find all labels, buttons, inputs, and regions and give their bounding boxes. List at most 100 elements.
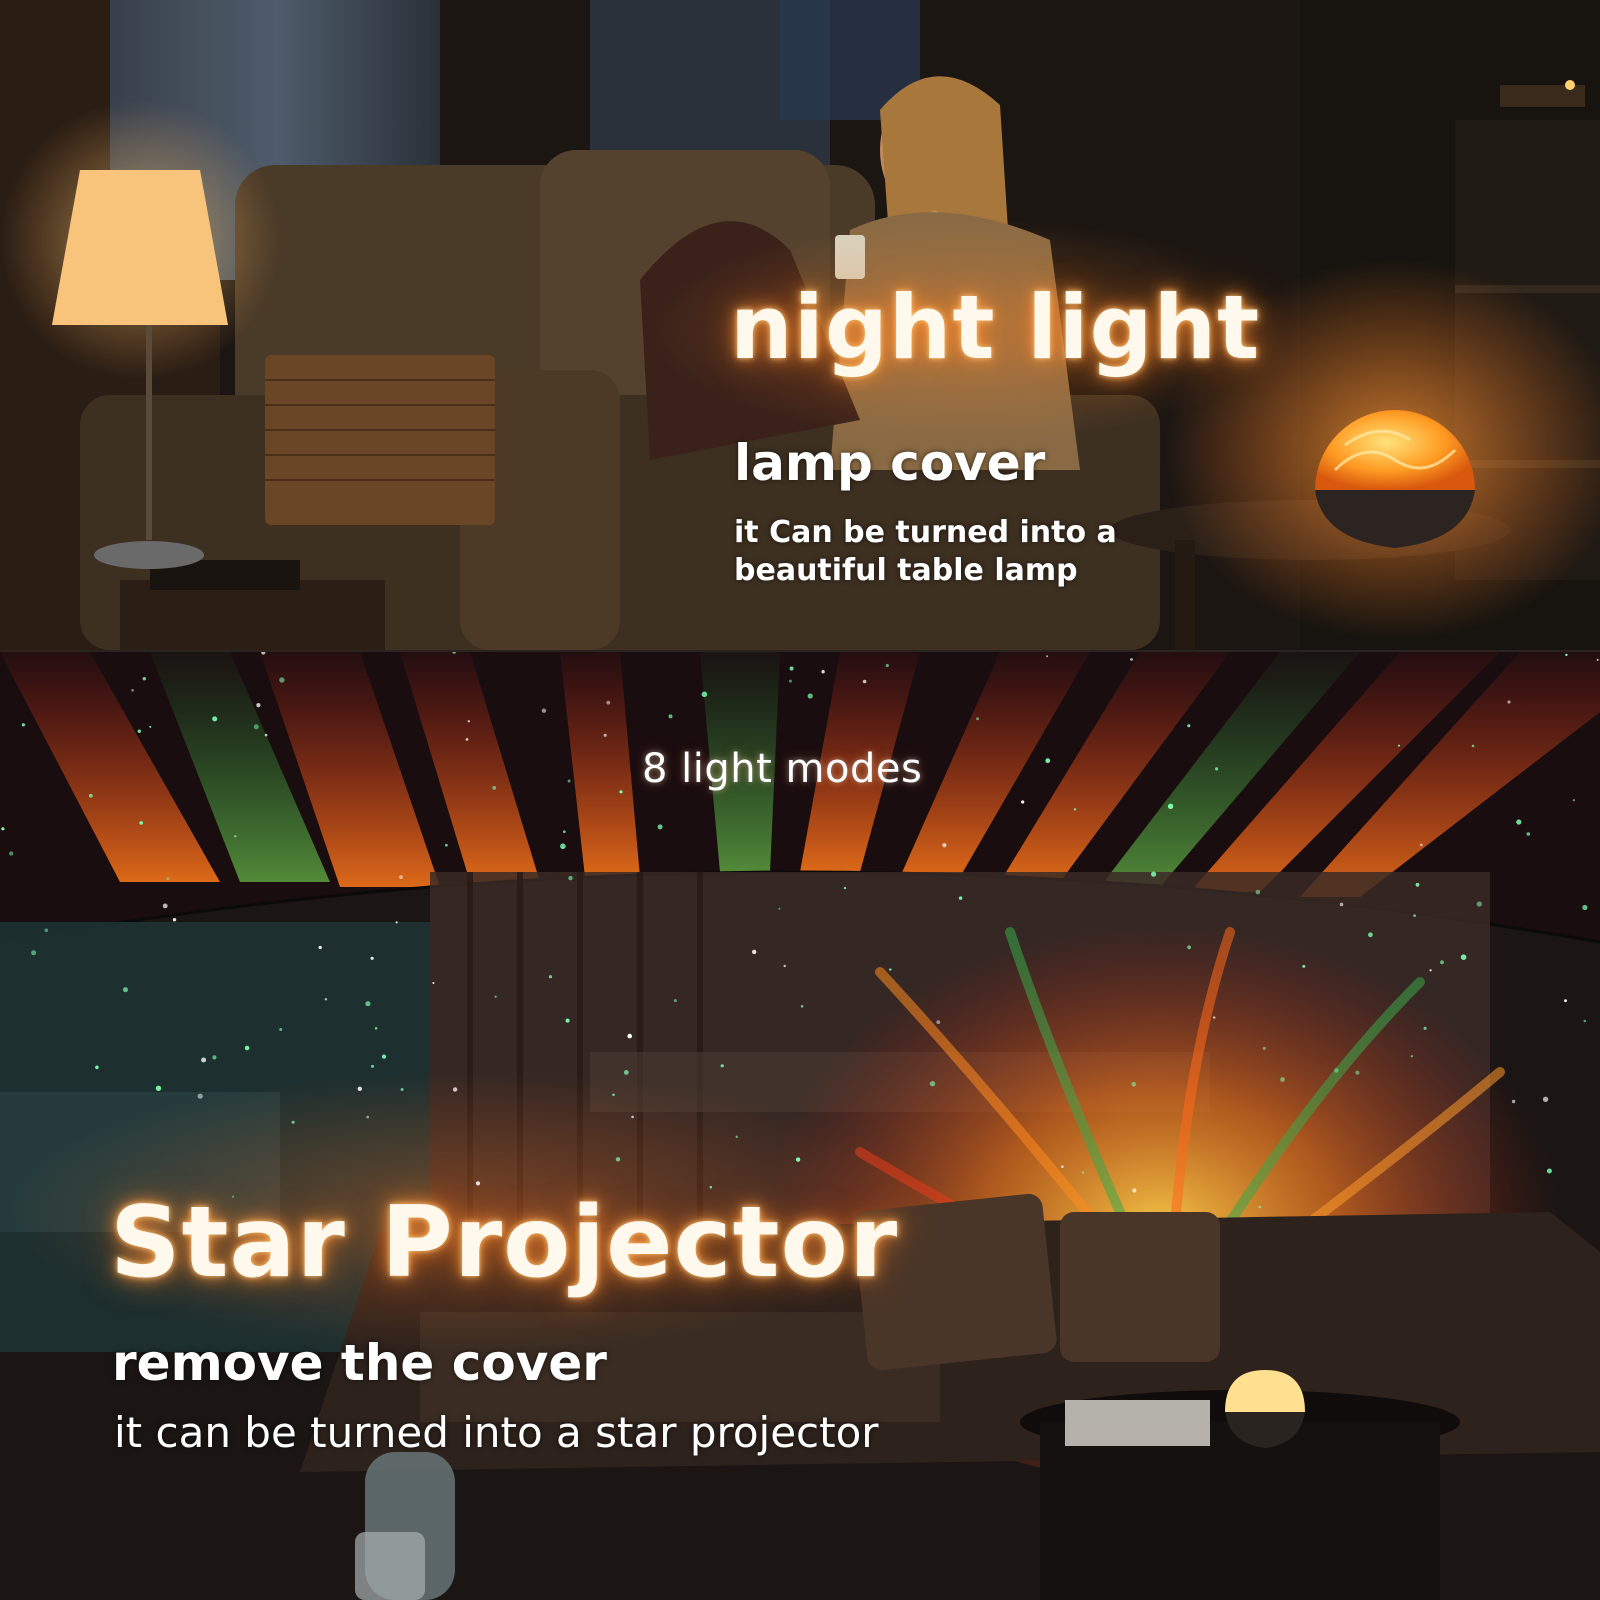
star-dot	[1187, 724, 1191, 728]
star-dot	[783, 964, 786, 968]
star-dot	[1355, 1070, 1360, 1075]
star-dot	[95, 1065, 99, 1070]
star-dot	[365, 1001, 371, 1007]
star-dot	[807, 693, 813, 699]
star-dot	[778, 907, 781, 910]
star-dot	[1516, 819, 1522, 825]
star-dot	[395, 921, 398, 924]
star-dot	[166, 877, 170, 881]
star-dot	[1021, 800, 1025, 804]
star-dot	[1397, 744, 1400, 747]
star-dot	[234, 835, 237, 838]
star-dot	[563, 830, 566, 833]
star-dot	[789, 666, 794, 671]
star-dot	[1215, 767, 1219, 771]
star-dot	[366, 1115, 370, 1119]
light-modes-label: 8 light modes	[642, 746, 923, 792]
star-dot	[821, 670, 825, 674]
star-dot	[264, 733, 268, 737]
star-dot	[1507, 700, 1511, 704]
star-dot	[603, 733, 607, 737]
star-field	[1, 652, 1599, 1209]
star-dot	[1151, 871, 1157, 877]
star-dot	[1419, 843, 1423, 847]
star-dot	[701, 691, 708, 698]
star-dot	[381, 1054, 387, 1059]
star-dot	[1460, 954, 1467, 960]
star-dot	[1583, 1019, 1587, 1023]
star-dot	[606, 700, 611, 705]
star-projector-title: Star Projector	[110, 1186, 899, 1300]
star-dot	[279, 1028, 283, 1031]
star-dot	[142, 677, 146, 681]
star-dot	[942, 843, 947, 848]
star-dot	[885, 663, 889, 668]
star-dot	[1130, 658, 1133, 661]
star-dot	[149, 725, 152, 728]
star-dot	[1415, 882, 1420, 887]
star-dot	[432, 982, 435, 984]
star-dot	[1565, 653, 1568, 657]
star-dot	[494, 995, 497, 998]
star-dot	[1526, 832, 1531, 836]
star-dot	[244, 1045, 250, 1051]
star-dot	[1582, 904, 1588, 911]
star-dot	[1262, 1046, 1266, 1050]
star-dot	[370, 956, 374, 960]
star-dot	[9, 851, 14, 856]
star-dot	[452, 652, 456, 654]
star-dot	[1061, 1165, 1064, 1168]
star-dot	[631, 1115, 634, 1119]
star-dot	[197, 1093, 203, 1099]
star-dot	[123, 987, 128, 993]
remove-cover-heading: remove the cover	[112, 1334, 607, 1392]
star-dot	[788, 679, 792, 683]
night-light-title: night light	[730, 276, 1261, 379]
star-dot	[88, 793, 93, 798]
star-dot	[627, 1033, 632, 1039]
star-dot	[212, 716, 218, 722]
star-dot	[1413, 914, 1416, 917]
star-dot	[44, 928, 49, 933]
star-dot	[1167, 803, 1174, 809]
star-dot	[1339, 902, 1344, 907]
star-dot	[324, 998, 328, 1001]
star-dot	[623, 1070, 629, 1075]
star-dot	[1572, 799, 1575, 802]
star-dot	[936, 1020, 941, 1024]
star-dot	[657, 824, 663, 830]
star-dot	[1258, 1205, 1262, 1209]
star-dot	[452, 1087, 458, 1092]
star-dot	[1596, 658, 1599, 661]
star-dot	[1046, 655, 1049, 658]
star-dot	[172, 918, 177, 922]
star-dot	[291, 1120, 295, 1124]
star-dot	[399, 875, 403, 879]
star-dot	[371, 1064, 374, 1068]
star-dot	[31, 950, 37, 956]
star-dot	[1542, 1096, 1549, 1102]
star-dot	[475, 1181, 481, 1186]
star-dot	[445, 843, 448, 847]
star-dot	[137, 729, 141, 733]
star-dot	[256, 703, 261, 708]
star-dot	[1073, 808, 1077, 811]
star-dot	[752, 949, 757, 955]
star-dot	[318, 945, 322, 950]
night-light-panel: night light lamp cover it Can be turned …	[0, 0, 1600, 650]
lamp-cover-heading: lamp cover	[734, 434, 1046, 492]
star-dot	[1280, 1077, 1285, 1082]
star-dot	[1081, 1171, 1085, 1174]
star-dot	[976, 717, 980, 721]
star-dot	[1187, 945, 1191, 950]
star-dot	[1213, 1016, 1216, 1019]
star-dot	[1368, 932, 1373, 938]
star-dot	[800, 1005, 804, 1008]
star-dot	[1302, 964, 1306, 968]
star-dot	[929, 1081, 936, 1087]
star-dot	[212, 1055, 217, 1060]
star-dot	[1476, 901, 1482, 907]
star-dot	[720, 1064, 724, 1068]
star-dot	[735, 1135, 738, 1138]
star-dot	[1045, 758, 1051, 764]
